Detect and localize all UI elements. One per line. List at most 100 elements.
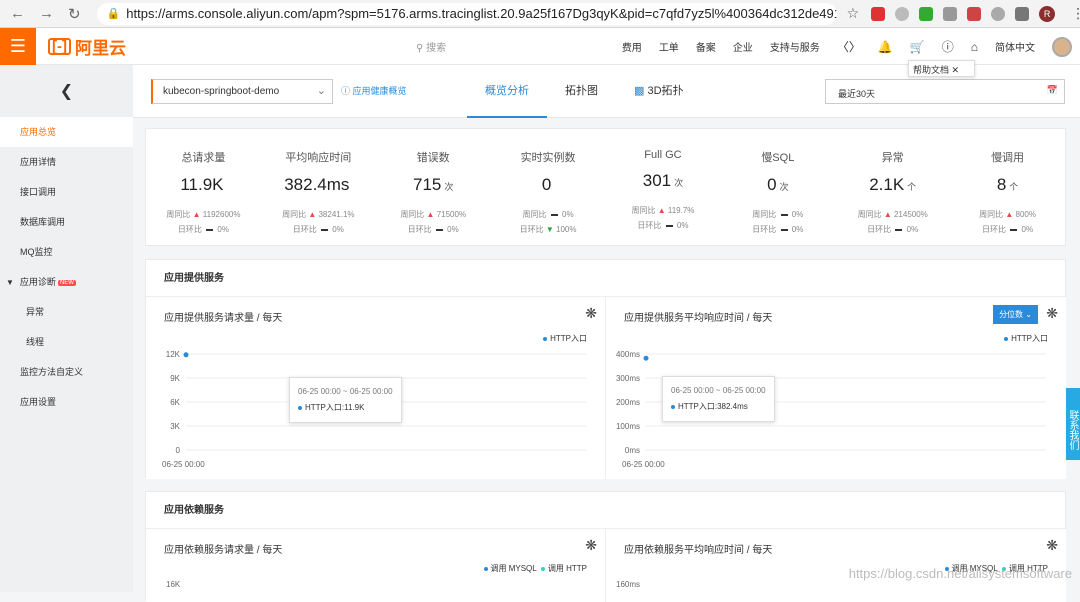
stat-compare: 周同比 ▲ 71500% 日环比 0% bbox=[376, 207, 491, 237]
provided-services-section: 应用提供服务 应用提供服务请求量 / 每天 ❋ HTTP入口 0 3K 6K 9K 12… bbox=[145, 259, 1066, 479]
stat-number: 0 bbox=[541, 175, 552, 194]
sidebar-item-db-calls[interactable]: 数据库调用 bbox=[0, 207, 133, 237]
stat-value: 382.4ms bbox=[261, 175, 376, 195]
chart-panel-latency: 应用提供服务平均响应时间 / 每天 分位数 ⌄ ❋ HTTP入口 0ms 100m… bbox=[606, 297, 1066, 479]
dod-value: 0% bbox=[332, 225, 344, 234]
stat-value: 0 bbox=[491, 175, 606, 195]
stat-number: 301 bbox=[642, 171, 672, 190]
stat-value: 715 次 bbox=[376, 175, 491, 195]
close-icon[interactable]: ✕ bbox=[952, 65, 960, 75]
nav-support[interactable]: 支持与服务 bbox=[770, 39, 820, 54]
tab-overview[interactable]: 概览分析 bbox=[467, 65, 547, 118]
angular-icon[interactable] bbox=[967, 6, 982, 21]
section-title: 应用提供服务 bbox=[146, 260, 1065, 297]
sidebar-item-settings[interactable]: 应用设置 bbox=[0, 387, 133, 417]
chart-tooltip: 06-25 00:00 ~ 06-25 00:00 HTTP入口:11.9K bbox=[289, 377, 402, 423]
extension-icon[interactable] bbox=[991, 6, 1006, 21]
chart-tooltip: 06-25 00:00 ~ 06-25 00:00 HTTP入口:382.4ms bbox=[662, 376, 775, 422]
arrow-up-icon: ▲ bbox=[192, 210, 201, 219]
sidebar-item-mq[interactable]: MQ监控 bbox=[0, 237, 133, 267]
app-selector[interactable]: kubecon-springboot-demo ⌄ bbox=[151, 79, 333, 104]
extension-icon[interactable] bbox=[943, 6, 958, 21]
stat-number: 382.4ms bbox=[284, 175, 350, 194]
cart-icon[interactable]: 🛒 bbox=[910, 40, 925, 54]
nav-billing[interactable]: 费用 bbox=[622, 39, 642, 54]
stat-label: 慢SQL bbox=[761, 152, 795, 164]
data-point[interactable] bbox=[183, 352, 189, 358]
dod-label: 日环比 bbox=[982, 225, 1007, 234]
stat-unit: 次 bbox=[444, 182, 454, 192]
health-overview-link[interactable]: ⓘ 应用健康概览 bbox=[341, 84, 407, 97]
y-tick-label: 9K bbox=[170, 374, 180, 383]
dod-value: 0% bbox=[217, 225, 229, 234]
user-avatar[interactable] bbox=[1052, 36, 1072, 57]
tab-label: 3D拓扑 bbox=[647, 85, 684, 97]
chevron-left-icon[interactable]: ❮ bbox=[0, 65, 133, 117]
home-icon[interactable]: ⌂ bbox=[971, 40, 978, 54]
dod-label: 日环比 bbox=[292, 225, 317, 234]
bug-icon[interactable]: ❋ bbox=[585, 537, 597, 554]
legend-label: 调用 MYSQL bbox=[490, 564, 537, 573]
language-selector[interactable]: 简体中文 bbox=[995, 39, 1035, 54]
profile-avatar[interactable]: R bbox=[1039, 5, 1056, 22]
terminal-icon[interactable]: 〈〉 bbox=[837, 38, 861, 55]
sidebar-item-threads[interactable]: 线程 bbox=[0, 327, 133, 357]
address-bar[interactable]: 🔒 https://arms.console.aliyun.com/apm?sp… bbox=[96, 2, 837, 25]
sidebar-item-overview[interactable]: 应用总览 bbox=[0, 117, 133, 147]
sidebar-item-diagnosis[interactable]: ▼ 应用诊断 NEW bbox=[0, 267, 133, 297]
extension-icon[interactable] bbox=[871, 6, 886, 21]
sidebar-item-exceptions[interactable]: 异常 bbox=[0, 297, 133, 327]
stat-unit: 次 bbox=[674, 178, 684, 188]
extension-icon[interactable] bbox=[895, 6, 910, 21]
dod-label: 日环比 bbox=[407, 225, 432, 234]
lock-icon: 🔒 bbox=[106, 8, 121, 20]
nav-tickets[interactable]: 工单 bbox=[659, 39, 679, 54]
hamburger-menu-icon[interactable]: ☰ bbox=[0, 27, 36, 65]
stat-compare: 周同比 ▲ 119.7% 日环比 0% bbox=[606, 203, 721, 233]
dod-label: 日环比 bbox=[177, 225, 202, 234]
logo-text: 阿里云 bbox=[75, 38, 126, 58]
stat-label: 总请求量 bbox=[181, 152, 226, 164]
stat-card: 慢SQL 0 次周同比 0% 日环比 0% bbox=[720, 129, 835, 245]
flat-dash-icon bbox=[1010, 228, 1018, 231]
help-icon[interactable]: ⓘ bbox=[942, 38, 954, 55]
stat-label: 错误数 bbox=[416, 152, 450, 164]
sidebar-item-details[interactable]: 应用详情 bbox=[0, 147, 133, 177]
wow-label: 周同比 bbox=[400, 210, 425, 219]
tooltip-value: HTTP入口:382.4ms bbox=[678, 402, 748, 411]
bookmark-star-icon[interactable]: ☆ bbox=[847, 5, 860, 22]
date-range-picker[interactable]: 最近30天 📅 bbox=[825, 79, 1065, 104]
tooltip-range: 06-25 00:00 ~ 06-25 00:00 bbox=[298, 387, 393, 396]
sidebar-item-api-calls[interactable]: 接口调用 bbox=[0, 177, 133, 207]
aliyun-logo[interactable]: [-] 阿里云 bbox=[48, 34, 126, 59]
bell-icon[interactable]: 🔔 bbox=[878, 40, 893, 54]
x-tick-label: 06-25 00:00 bbox=[162, 460, 205, 469]
evernote-icon[interactable] bbox=[919, 6, 934, 21]
y-tick-label: 0 bbox=[176, 446, 181, 455]
chart-legend[interactable]: 调用 MYSQL 调用 HTTP bbox=[483, 563, 587, 574]
flat-dash-icon bbox=[550, 213, 558, 216]
browser-toolbar: ← → ↻ 🔒 https://arms.console.aliyun.com/… bbox=[0, 0, 1080, 28]
chart-title: 应用依赖服务平均响应时间 / 每天 bbox=[624, 545, 773, 556]
reload-icon[interactable]: ↻ bbox=[68, 5, 81, 23]
y-tick-label: 200ms bbox=[616, 398, 640, 407]
global-search[interactable]: ⚲ 搜索 bbox=[416, 39, 446, 54]
data-point[interactable] bbox=[643, 355, 649, 361]
tab-topology[interactable]: 拓扑图 bbox=[547, 65, 616, 118]
stat-value: 11.9K bbox=[146, 175, 261, 195]
extension-icon[interactable] bbox=[1015, 6, 1030, 21]
forward-arrow-icon[interactable]: → bbox=[39, 5, 54, 23]
chart-panel-dep-requests: 应用依赖服务请求量 / 每天 ❋ 调用 MYSQL 调用 HTTP 16K bbox=[146, 529, 606, 602]
stat-label: Full GC bbox=[644, 149, 682, 161]
stat-card: 慢调用 8 个周同比 ▲ 800% 日环比 0% bbox=[950, 129, 1065, 245]
cube-icon: ▩ bbox=[634, 85, 645, 97]
bug-icon[interactable]: ❋ bbox=[1046, 537, 1058, 554]
back-arrow-icon[interactable]: ← bbox=[10, 5, 25, 23]
more-menu-icon[interactable]: ⋮ bbox=[1071, 5, 1080, 22]
sidebar-item-custom-methods[interactable]: 监控方法自定义 bbox=[0, 357, 133, 387]
nav-icp[interactable]: 备案 bbox=[696, 39, 716, 54]
tab-3d-topology[interactable]: ▩ 3D拓扑 bbox=[616, 65, 702, 118]
wow-value: 1192600% bbox=[202, 210, 241, 219]
app-name: kubecon-springboot-demo bbox=[163, 86, 280, 97]
nav-enterprise[interactable]: 企业 bbox=[733, 39, 753, 54]
